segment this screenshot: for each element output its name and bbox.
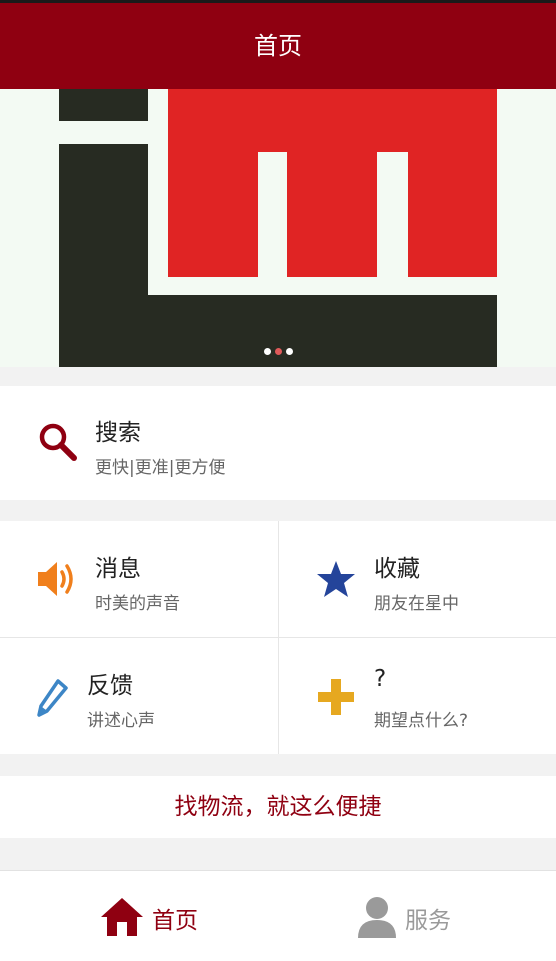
- grid-item-more[interactable]: ? 期望点什么?: [279, 638, 556, 754]
- more-subtitle: 期望点什么?: [374, 711, 469, 731]
- message-subtitle: 时美的声音: [95, 594, 180, 614]
- person-icon: [358, 897, 396, 938]
- bottom-tab-bar: 首页 服务: [0, 870, 556, 961]
- speaker-icon: [38, 562, 73, 596]
- star-icon: [317, 561, 355, 597]
- tab-service-label: 服务: [405, 908, 451, 934]
- pencil-icon: [37, 679, 68, 717]
- feedback-subtitle: 讲述心声: [87, 711, 155, 731]
- tab-home-label: 首页: [152, 908, 198, 934]
- banner-image: [0, 89, 556, 367]
- grid-item-feedback[interactable]: 反馈 讲述心声: [0, 638, 278, 754]
- more-title: ?: [374, 666, 387, 692]
- message-title: 消息: [95, 556, 141, 582]
- carousel-dot[interactable]: [263, 348, 271, 355]
- page-title: 首页: [254, 32, 302, 60]
- grid-item-message[interactable]: 消息 时美的声音: [0, 521, 278, 637]
- home-icon: [101, 898, 143, 936]
- carousel-dot-active[interactable]: [274, 348, 282, 355]
- search-subtitle: 更快|更准|更方便: [95, 458, 226, 478]
- search-entry[interactable]: 搜索 更快|更准|更方便: [0, 386, 556, 500]
- feedback-title: 反馈: [87, 673, 133, 699]
- slogan-banner: 找物流，就这么便捷: [0, 776, 556, 838]
- favorites-title: 收藏: [374, 556, 420, 582]
- grid-item-favorites[interactable]: 收藏 朋友在星中: [279, 521, 556, 637]
- tab-service[interactable]: 服务: [350, 871, 490, 961]
- tab-home[interactable]: 首页: [90, 871, 230, 961]
- app-header: 首页: [0, 3, 556, 89]
- banner-carousel[interactable]: [0, 89, 556, 367]
- carousel-dot[interactable]: [285, 348, 293, 355]
- feature-grid: 消息 时美的声音 收藏 朋友在星中 反馈 讲述心声 ? 期望点什么?: [0, 521, 556, 754]
- search-icon: [39, 423, 77, 461]
- carousel-indicator: [0, 341, 556, 355]
- slogan-text: 找物流，就这么便捷: [174, 794, 382, 820]
- plus-icon: [318, 679, 354, 715]
- search-title: 搜索: [95, 420, 141, 446]
- favorites-subtitle: 朋友在星中: [374, 594, 459, 614]
